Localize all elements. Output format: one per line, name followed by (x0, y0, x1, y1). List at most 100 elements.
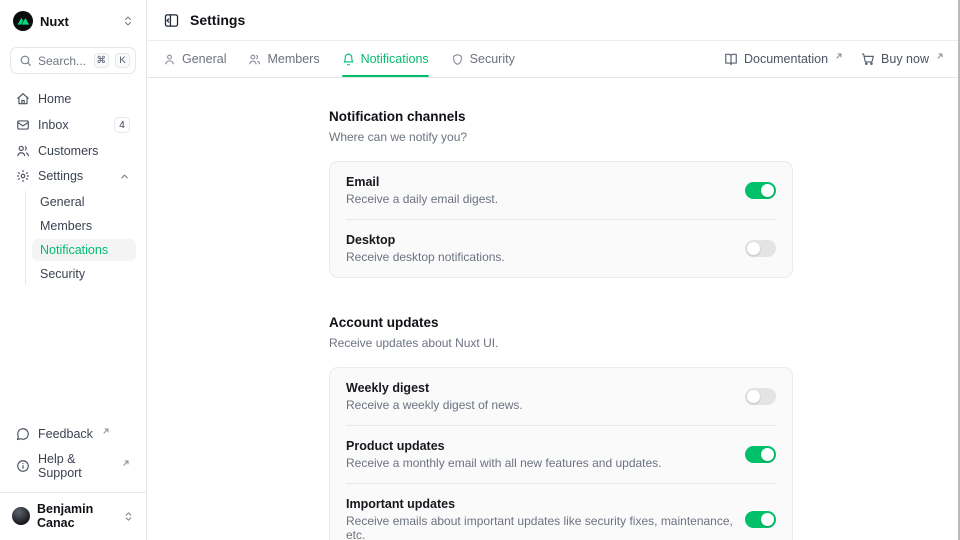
settings-submenu: General Members Notifications Security (25, 191, 136, 285)
message-circle-icon (16, 427, 30, 441)
toggle-knob (747, 242, 760, 255)
setting-row-text: Weekly digest Receive a weekly digest of… (346, 381, 733, 412)
users-icon (248, 53, 261, 66)
tab-label: Notifications (361, 52, 429, 66)
help-support-link[interactable]: Help & Support (10, 448, 136, 484)
sidebar-item-settings-members[interactable]: Members (32, 215, 136, 237)
settings-content: Notification channels Where can we notif… (147, 78, 960, 540)
notification-channels-card: Email Receive a daily email digest. Desk… (329, 161, 793, 278)
feedback-label: Feedback (38, 427, 93, 441)
shopping-cart-icon (861, 52, 875, 66)
tab-notifications[interactable]: Notifications (342, 41, 429, 77)
inbox-count-badge: 4 (114, 117, 130, 133)
email-toggle[interactable] (745, 182, 776, 199)
header-actions: Documentation Buy now (724, 41, 944, 77)
product-updates-toggle[interactable] (745, 446, 776, 463)
external-link-icon (122, 459, 130, 467)
section-subtitle: Where can we notify you? (329, 130, 793, 144)
inbox-icon (16, 118, 30, 132)
setting-description: Receive desktop notifications. (346, 250, 733, 264)
setting-row-text: Desktop Receive desktop notifications. (346, 233, 733, 264)
sidebar-subitem-label: General (40, 195, 84, 209)
sidebar-item-settings[interactable]: Settings (10, 165, 136, 187)
toggle-knob (761, 448, 774, 461)
toggle-knob (761, 184, 774, 197)
book-open-icon (724, 52, 738, 66)
search-input[interactable]: Search... ⌘ K (10, 47, 136, 74)
section-subtitle: Receive updates about Nuxt UI. (329, 336, 793, 350)
setting-row-important-updates: Important updates Receive emails about i… (330, 484, 792, 540)
setting-label: Product updates (346, 439, 733, 453)
search-placeholder: Search... (38, 54, 88, 68)
buy-now-label: Buy now (881, 52, 929, 66)
setting-row-weekly-digest: Weekly digest Receive a weekly digest of… (330, 368, 792, 425)
setting-label: Email (346, 175, 733, 189)
sidebar-item-label: Inbox (38, 118, 69, 132)
section-title: Account updates (329, 315, 793, 330)
setting-label: Desktop (346, 233, 733, 247)
setting-row-email: Email Receive a daily email digest. (330, 162, 792, 219)
user-menu[interactable]: Benjamin Canac (0, 492, 146, 534)
sidebar-item-settings-general[interactable]: General (32, 191, 136, 213)
toggle-knob (747, 390, 760, 403)
external-link-icon (936, 52, 944, 60)
main-panel: Settings General Members Notifications (147, 0, 960, 540)
sidebar-subitem-label: Notifications (40, 243, 108, 257)
setting-description: Receive emails about important updates l… (346, 514, 733, 540)
desktop-toggle[interactable] (745, 240, 776, 257)
buy-now-button[interactable]: Buy now (861, 52, 944, 66)
page-title: Settings (190, 12, 245, 28)
important-updates-toggle[interactable] (745, 511, 776, 528)
setting-row-text: Important updates Receive emails about i… (346, 497, 733, 540)
sidebar-nav: Home Inbox 4 Customers Settings (10, 88, 136, 286)
sidebar-subitem-label: Security (40, 267, 85, 281)
tab-label: General (182, 52, 226, 66)
setting-label: Important updates (346, 497, 733, 511)
documentation-label: Documentation (744, 52, 828, 66)
external-link-icon (835, 52, 843, 60)
page-header: Settings (147, 0, 960, 41)
chevron-up-icon (119, 171, 130, 182)
sidebar-item-settings-security[interactable]: Security (32, 263, 136, 285)
nuxt-logo-icon (13, 11, 33, 31)
user-icon (163, 53, 176, 66)
sidebar-item-label: Settings (38, 169, 83, 183)
chevrons-up-down-icon (122, 15, 134, 27)
app-window: Nuxt Search... ⌘ K Home (0, 0, 960, 540)
section-account-updates: Account updates Receive updates about Nu… (329, 315, 793, 540)
external-link-icon (102, 427, 110, 435)
sidebar: Nuxt Search... ⌘ K Home (0, 0, 147, 540)
avatar (12, 507, 30, 525)
tab-general[interactable]: General (163, 41, 226, 77)
documentation-button[interactable]: Documentation (724, 52, 843, 66)
sidebar-item-settings-notifications[interactable]: Notifications (32, 239, 136, 261)
tab-security[interactable]: Security (451, 41, 515, 77)
feedback-link[interactable]: Feedback (10, 423, 136, 445)
tab-label: Members (267, 52, 319, 66)
search-icon (19, 54, 32, 67)
kbd-k: K (115, 53, 130, 68)
sidebar-footer-links: Feedback Help & Support (10, 423, 136, 484)
shield-icon (451, 53, 464, 66)
section-notification-channels: Notification channels Where can we notif… (329, 109, 793, 278)
tab-members[interactable]: Members (248, 41, 319, 77)
users-icon (16, 144, 30, 158)
info-circle-icon (16, 459, 30, 473)
sidebar-item-label: Customers (38, 144, 98, 158)
setting-description: Receive a daily email digest. (346, 192, 733, 206)
setting-row-text: Product updates Receive a monthly email … (346, 439, 733, 470)
workspace-name: Nuxt (40, 14, 115, 29)
sidebar-item-inbox[interactable]: Inbox 4 (10, 113, 136, 137)
workspace-switcher[interactable]: Nuxt (10, 10, 136, 32)
setting-row-product-updates: Product updates Receive a monthly email … (330, 426, 792, 483)
chevrons-up-down-icon (123, 511, 134, 522)
help-support-label: Help & Support (38, 452, 113, 480)
account-updates-card: Weekly digest Receive a weekly digest of… (329, 367, 793, 540)
sidebar-item-customers[interactable]: Customers (10, 140, 136, 162)
setting-row-text: Email Receive a daily email digest. (346, 175, 733, 206)
sidebar-item-home[interactable]: Home (10, 88, 136, 110)
sidebar-item-label: Home (38, 92, 71, 106)
bell-icon (342, 53, 355, 66)
weekly-digest-toggle[interactable] (745, 388, 776, 405)
panel-left-close-icon[interactable] (163, 12, 180, 29)
